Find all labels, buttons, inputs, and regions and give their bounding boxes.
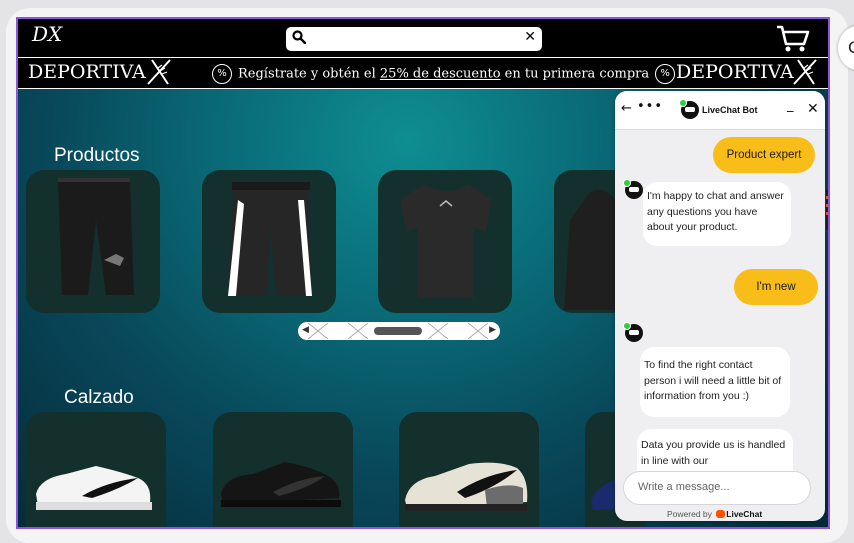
promo-text: % Regístrate y obtén el 25% de descuento … xyxy=(206,64,681,84)
bot-avatar-icon xyxy=(623,322,643,342)
black-sneaker-image xyxy=(221,462,341,507)
bot-avatar-icon xyxy=(679,99,699,119)
section-title-productos: Productos xyxy=(54,145,140,166)
promo-link[interactable]: 25% de descuento xyxy=(380,67,501,82)
chat-input-box xyxy=(623,471,811,505)
shoe-card-black[interactable] xyxy=(213,412,353,527)
scroll-right-icon[interactable]: ▶ xyxy=(489,325,496,335)
brand-name-right: DEPORTIVA xyxy=(676,61,794,83)
chat-header: ← ••• LiveChat Bot _ ✕ xyxy=(615,91,825,130)
promo-before: Regístrate y obtén el xyxy=(238,66,380,82)
search-input[interactable] xyxy=(314,30,518,50)
shorts-image xyxy=(228,182,312,296)
website-viewport: DX ✕ DEPORTIVA % Regístrate y obtén el 25… xyxy=(16,17,830,529)
wheat-x-icon xyxy=(147,59,171,85)
bot-avatar-icon xyxy=(623,179,643,199)
product-card-shorts[interactable] xyxy=(202,170,336,313)
section-title-calzado: Calzado xyxy=(64,387,134,408)
product-card-tshirt[interactable] xyxy=(378,170,512,313)
chat-message-bot: I'm happy to chat and answer any questio… xyxy=(643,182,791,246)
promo-banner: DEPORTIVA % Regístrate y obtén el 25% de … xyxy=(18,57,828,89)
promo-after: en tu primera compra xyxy=(500,66,650,82)
minimize-icon[interactable]: _ xyxy=(787,98,794,113)
brand-name-left: DEPORTIVA xyxy=(28,61,146,83)
search-icon[interactable] xyxy=(292,30,306,44)
percent-badge-icon: % xyxy=(655,64,676,84)
powered-by-text: Powered by xyxy=(667,509,712,519)
top-bar: DX ✕ xyxy=(18,19,828,57)
white-sneaker-image xyxy=(36,466,152,510)
pants-image xyxy=(58,178,134,295)
shoe-card-cream[interactable] xyxy=(399,412,539,527)
chat-message-bot: To find the right contact person i will … xyxy=(640,347,790,417)
close-icon[interactable]: ✕ xyxy=(807,101,819,117)
more-options-icon[interactable]: ••• xyxy=(637,99,663,114)
search-bar: ✕ xyxy=(286,27,542,51)
clear-icon[interactable]: ✕ xyxy=(524,29,536,45)
cream-sneaker-image xyxy=(405,462,528,511)
tshirt-image xyxy=(400,184,492,298)
carousel-scrollbar[interactable]: ◀ ▶ xyxy=(298,322,500,340)
powered-by[interactable]: Powered by LiveChat xyxy=(667,509,762,519)
chat-message-user: Product expert xyxy=(713,137,815,173)
product-card-pants[interactable] xyxy=(26,170,160,313)
back-arrow-icon[interactable]: ← xyxy=(621,101,632,116)
livechat-logo-icon xyxy=(716,510,726,518)
chat-title: LiveChat Bot xyxy=(702,105,758,115)
shoe-card-white[interactable] xyxy=(26,412,166,527)
chat-message-user: I'm new xyxy=(734,269,818,305)
wheat-x-icon xyxy=(793,59,817,85)
side-decor xyxy=(826,190,828,230)
livechat-widget: ← ••• LiveChat Bot _ ✕ Product expert I'… xyxy=(615,91,825,521)
percent-badge-icon: % xyxy=(212,64,232,84)
site-logo[interactable]: DX xyxy=(32,22,62,46)
cart-icon[interactable] xyxy=(776,24,810,54)
chat-message-input[interactable] xyxy=(636,480,800,494)
powered-by-brand: LiveChat xyxy=(726,509,763,519)
logo-text: DX xyxy=(32,22,63,46)
scroll-thumb[interactable] xyxy=(374,327,422,335)
